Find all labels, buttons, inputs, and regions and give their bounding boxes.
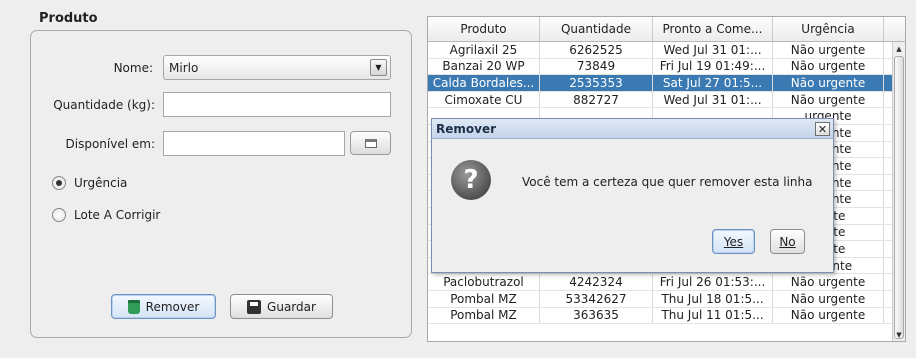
- radio-lote-a-corrigir[interactable]: Lote A Corrigir: [52, 208, 160, 222]
- disponivel-date-input[interactable]: [163, 131, 345, 156]
- vertical-scrollbar[interactable]: ▲ ▼: [892, 42, 905, 341]
- table-cell: Banzai 20 WP: [428, 58, 540, 75]
- table-cell: Não urgente: [773, 75, 884, 91]
- table-cell: Thu Jul 18 01:5...: [653, 290, 773, 307]
- table-cell: 53342627: [540, 290, 653, 307]
- scroll-up-icon[interactable]: ▲: [893, 42, 905, 55]
- table-cell: Fri Jul 19 01:49:...: [653, 58, 773, 75]
- disponivel-label: Disponível em:: [65, 137, 155, 151]
- yes-button[interactable]: Yes: [712, 229, 755, 254]
- table-row[interactable]: Agrilaxil 25 6262525 Wed Jul 31 01:... Não …: [428, 42, 905, 59]
- table-cell: Thu Jul 11 01:5...: [653, 307, 773, 324]
- scroll-down-icon[interactable]: ▼: [893, 328, 905, 341]
- table-cell: Não urgente: [773, 307, 884, 324]
- table-cell: 882727: [540, 91, 653, 108]
- dialog-title: Remover: [432, 119, 833, 139]
- trash-icon: [127, 299, 140, 314]
- table-row[interactable]: Pombal MZ 53342627 Thu Jul 18 01:5... Não u…: [428, 290, 905, 308]
- radio-unchecked-icon[interactable]: [52, 208, 66, 222]
- remover-button-label: Remover: [145, 299, 200, 314]
- radio-lote-label: Lote A Corrigir: [74, 208, 161, 222]
- table-cell: Não urgente: [773, 42, 884, 58]
- table-row[interactable]: Banzai 20 WP 73849 Fri Jul 19 01:49:... Não…: [428, 58, 905, 76]
- table-cell: Wed Jul 31 01:...: [653, 91, 773, 108]
- remover-button[interactable]: Remover: [111, 294, 216, 319]
- table-cell: Calda Bordales...: [428, 75, 540, 91]
- table-cell: Não urgente: [773, 58, 884, 75]
- quantidade-input[interactable]: [163, 92, 391, 117]
- table-cell: Fri Jul 26 01:53:...: [653, 274, 773, 290]
- table-cell: 73849: [540, 58, 653, 75]
- calendar-icon: [364, 138, 377, 148]
- quantidade-label: Quantidade (kg):: [53, 98, 155, 112]
- column-header-pronto[interactable]: Pronto a Come...: [653, 17, 773, 41]
- dialog-message: Você tem a certeza que quer remover esta…: [522, 175, 813, 189]
- table-row[interactable]: Pombal MZ 363635 Thu Jul 11 01:5... Não urg…: [428, 307, 905, 325]
- close-icon[interactable]: ✕: [815, 122, 830, 136]
- radio-checked-icon[interactable]: [52, 176, 66, 190]
- scrollbar-thumb[interactable]: [894, 56, 904, 339]
- table-cell: Não urgente: [773, 290, 884, 307]
- table-cell: Wed Jul 31 01:...: [653, 42, 773, 58]
- column-header-quantidade[interactable]: Quantidade: [540, 17, 653, 41]
- no-button[interactable]: No: [770, 229, 805, 254]
- radio-urgencia-label: Urgência: [74, 176, 128, 190]
- nome-label: Nome:: [113, 61, 153, 75]
- question-icon: ?: [451, 160, 491, 200]
- table-header: Produto Quantidade Pronto a Come... Urgê…: [428, 17, 905, 42]
- table-row[interactable]: Calda Bordales... 2535353 Sat Jul 27 01:5.…: [428, 75, 905, 92]
- remove-confirm-dialog: Remover ✕ ? Você tem a certeza que quer …: [431, 118, 834, 273]
- table-cell: Pombal MZ: [428, 290, 540, 307]
- radio-urgencia[interactable]: Urgência: [52, 176, 127, 190]
- table-row[interactable]: Paclobutrazol 4242324 Fri Jul 26 01:53:...…: [428, 274, 905, 291]
- chevron-down-icon[interactable]: ▼: [370, 59, 387, 76]
- table-cell: Agrilaxil 25: [428, 42, 540, 58]
- column-header-produto[interactable]: Produto: [428, 17, 540, 41]
- column-header-urgencia[interactable]: Urgência: [773, 17, 884, 41]
- table-cell: Não urgente: [773, 274, 884, 290]
- table-cell: 363635: [540, 307, 653, 324]
- table-cell: 2535353: [540, 75, 653, 91]
- table-cell: 6262525: [540, 42, 653, 58]
- save-icon: [247, 299, 262, 314]
- table-cell: Sat Jul 27 01:5...: [653, 75, 773, 91]
- guardar-button[interactable]: Guardar: [230, 294, 333, 319]
- table-cell: Paclobutrazol: [428, 274, 540, 290]
- table-row[interactable]: Cimoxate CU 882727 Wed Jul 31 01:... Não ur…: [428, 91, 905, 109]
- panel-title: Produto: [36, 11, 101, 26]
- table-cell: 4242324: [540, 274, 653, 290]
- nome-select-value: Mirlo: [169, 60, 199, 75]
- table-cell: Não urgente: [773, 91, 884, 108]
- date-picker-button[interactable]: [350, 131, 391, 155]
- table-cell: Pombal MZ: [428, 307, 540, 324]
- guardar-button-label: Guardar: [267, 299, 316, 314]
- table-cell: Cimoxate CU: [428, 91, 540, 108]
- nome-select[interactable]: Mirlo ▼: [163, 55, 391, 80]
